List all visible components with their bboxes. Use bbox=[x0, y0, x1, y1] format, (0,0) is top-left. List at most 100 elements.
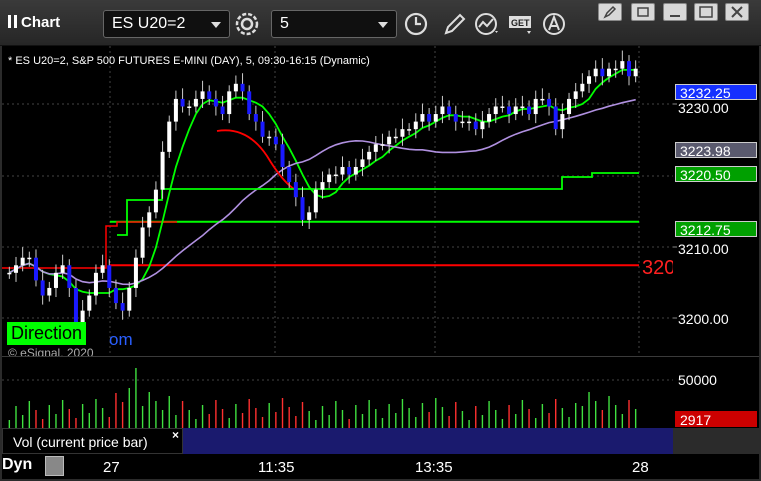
pencil-draw-icon[interactable] bbox=[440, 11, 468, 37]
candle-body bbox=[153, 189, 158, 213]
candle-body bbox=[447, 106, 452, 115]
candle-body bbox=[393, 136, 398, 139]
candle-body bbox=[620, 61, 625, 69]
candle-body bbox=[427, 114, 432, 122]
candle-body bbox=[627, 61, 632, 77]
dynamic-button[interactable]: Dyn bbox=[2, 456, 32, 474]
candle-body bbox=[140, 227, 145, 258]
candle-body bbox=[440, 106, 445, 115]
time-label: 13:35 bbox=[415, 459, 453, 476]
candle-body bbox=[600, 68, 605, 77]
candle-body bbox=[333, 174, 338, 177]
interval-input[interactable]: 5 bbox=[271, 10, 397, 38]
candle-body bbox=[293, 182, 298, 198]
candle-body bbox=[400, 129, 405, 137]
candle-body bbox=[193, 98, 198, 107]
candle-body bbox=[353, 166, 358, 175]
candle-body bbox=[107, 265, 112, 288]
candle-body bbox=[513, 106, 518, 115]
candle-body bbox=[227, 91, 232, 115]
candle-body bbox=[253, 114, 258, 122]
candle-body bbox=[553, 106, 558, 130]
close-study-icon[interactable]: × bbox=[172, 428, 179, 442]
candle-body bbox=[347, 166, 352, 175]
candle-body bbox=[173, 98, 178, 122]
candle-body bbox=[360, 159, 365, 167]
direction-label: Direction bbox=[7, 322, 87, 345]
candle-body bbox=[373, 144, 378, 152]
panel-divider[interactable] bbox=[2, 356, 759, 366]
edit-icon[interactable] bbox=[598, 3, 622, 21]
interval-value: 5 bbox=[280, 15, 289, 32]
candle-body bbox=[220, 106, 225, 115]
candle-body bbox=[320, 182, 325, 190]
candle-body bbox=[60, 265, 65, 273]
candle-body bbox=[120, 303, 125, 311]
candle-body bbox=[473, 121, 478, 130]
ma-green-tag: 3220.50 bbox=[675, 166, 757, 183]
clock-icon[interactable] bbox=[402, 11, 430, 37]
candle-body bbox=[520, 106, 525, 108]
candle-body bbox=[180, 98, 185, 107]
candle-body bbox=[240, 83, 245, 92]
candle-body bbox=[313, 189, 318, 213]
candle-body bbox=[53, 272, 58, 288]
candle-body bbox=[300, 197, 305, 220]
candle-body bbox=[493, 106, 498, 115]
candle-body bbox=[527, 106, 532, 115]
volume-chart[interactable] bbox=[2, 366, 673, 428]
candle-body bbox=[467, 121, 472, 124]
chart-window-icon bbox=[8, 15, 17, 28]
candle-body bbox=[87, 295, 92, 311]
candle-body bbox=[100, 265, 105, 273]
candle-body bbox=[33, 257, 38, 281]
candle-body bbox=[540, 98, 545, 101]
restore-icon[interactable] bbox=[631, 3, 655, 21]
candle-body bbox=[233, 83, 238, 92]
minimize-icon[interactable] bbox=[663, 3, 687, 21]
red-level-label: 320 bbox=[642, 257, 676, 279]
chevron-down-icon[interactable] bbox=[211, 22, 221, 28]
candle-body bbox=[533, 98, 538, 115]
get-data-icon[interactable]: GET bbox=[507, 11, 535, 37]
price-chart-panel[interactable] bbox=[2, 46, 673, 356]
price-chart[interactable] bbox=[2, 46, 673, 356]
candle-body bbox=[147, 212, 152, 228]
candle-body bbox=[93, 272, 98, 296]
close-icon[interactable] bbox=[725, 3, 749, 21]
maximize-icon[interactable] bbox=[694, 3, 718, 21]
time-label: 27 bbox=[103, 459, 120, 476]
app-title: Chart bbox=[8, 14, 60, 31]
time-label: 28 bbox=[632, 459, 649, 476]
settings-gear-icon[interactable] bbox=[233, 11, 261, 37]
candle-body bbox=[460, 121, 465, 124]
candle-body bbox=[407, 129, 412, 131]
candle-body bbox=[487, 114, 492, 122]
candle-body bbox=[7, 272, 12, 275]
symbol-value: ES U20=2 bbox=[112, 15, 186, 32]
candle-body bbox=[633, 68, 638, 77]
candle-body bbox=[20, 257, 25, 266]
symbol-input[interactable]: ES U20=2 bbox=[103, 10, 230, 38]
cursor-text-icon[interactable] bbox=[541, 11, 569, 37]
candle-body bbox=[160, 151, 165, 190]
time-axis[interactable]: 27 11:35 13:35 28 bbox=[2, 454, 759, 479]
study-label[interactable]: Vol (current price bar) bbox=[2, 428, 183, 454]
candle-body bbox=[73, 287, 78, 326]
candle-body bbox=[40, 280, 45, 296]
chevron-down-icon[interactable] bbox=[378, 22, 388, 28]
candle-body bbox=[340, 166, 345, 175]
dynamic-settings-icon[interactable] bbox=[45, 456, 64, 476]
level-green-tag: 3212.75 bbox=[675, 221, 757, 238]
candle-body bbox=[587, 76, 592, 84]
study-curve-icon[interactable] bbox=[473, 11, 501, 37]
time-label: 11:35 bbox=[258, 459, 295, 476]
candle-body bbox=[607, 68, 612, 77]
candle-body bbox=[367, 151, 372, 160]
volume-panel[interactable] bbox=[2, 366, 673, 428]
price-axis-label: 3200.00 bbox=[678, 311, 729, 327]
candle-body bbox=[500, 106, 505, 108]
candle-body bbox=[273, 136, 278, 145]
svg-text:GET: GET bbox=[511, 18, 530, 28]
candle-body bbox=[133, 257, 138, 288]
